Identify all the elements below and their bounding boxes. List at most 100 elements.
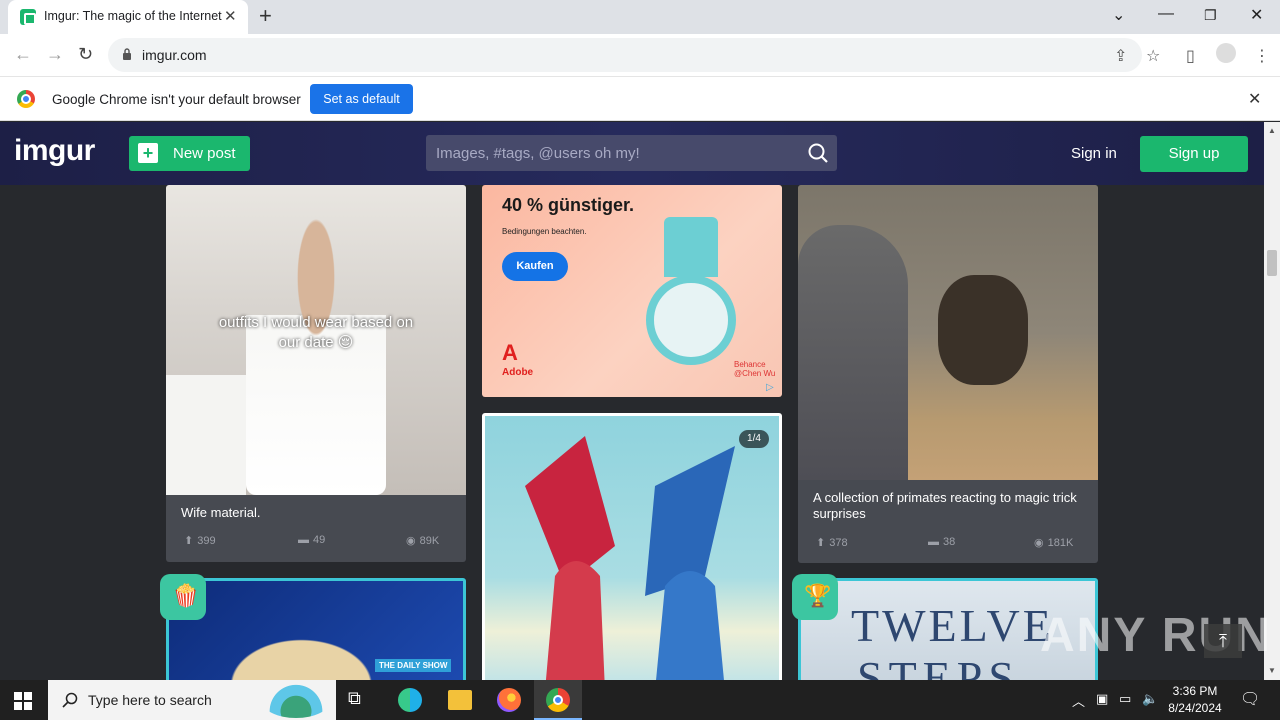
close-window-button[interactable]: ✕ [1250,5,1263,25]
post-caption: Wife material. [181,505,261,520]
upvote-stat: ⬆ 399 [184,534,216,547]
bookmark-star-icon[interactable]: ☆ [1146,46,1160,66]
imgur-header: imgur + New post Images, #tags, @users o… [0,122,1264,185]
dresser [166,375,246,495]
imgur-logo[interactable]: imgur [14,134,95,168]
infobar-message: Google Chrome isn't your default browser [52,92,301,107]
new-tab-button[interactable]: + [259,3,272,29]
more-menu-icon[interactable]: ⋮ [1254,46,1270,66]
system-clock[interactable]: 3:36 PM 8/24/2024 [1165,683,1225,717]
upvote-count: 378 [829,537,848,549]
infobar-close-icon[interactable]: ✕ [1248,89,1261,109]
tray-overflow-chevron-icon[interactable]: ︿ [1072,691,1085,710]
eye-icon: ◉ [1034,537,1044,549]
book-title-line1: TWELVE [851,600,1054,651]
minimize-button[interactable]: — [1158,5,1174,23]
post-thumbnail[interactable]: outfits I would wear based on our date 😌 [166,185,466,495]
view-count: 89K [419,535,440,547]
post-card[interactable]: 1/4 [482,413,782,688]
url-text: imgur.com [142,47,207,63]
post-card[interactable]: A collection of primates reacting to mag… [798,185,1098,563]
post-card[interactable]: outfits I would wear based on our date 😌… [166,185,466,562]
scroll-up-arrow-icon[interactable]: ▲ [1268,126,1276,135]
upvote-arrow-icon[interactable]: ⬆ [184,534,193,547]
search-placeholder: Images, #tags, @users oh my! [436,145,640,162]
view-count: 181K [1047,537,1074,549]
chrome-taskbar-button[interactable] [534,680,582,720]
ape-figure [938,275,1028,385]
comment-count: 38 [943,536,956,548]
sign-in-link[interactable]: Sign in [1071,145,1117,162]
lock-icon [123,48,131,60]
default-browser-infobar: Google Chrome isn't your default browser… [0,76,1280,121]
windows-start-icon[interactable] [14,692,32,710]
plus-icon: + [138,143,158,163]
post-overlay-text: outfits I would wear based on our date 😌 [218,314,414,351]
tab-search-chevron-down-icon[interactable]: ⌄ [1112,5,1125,25]
post-card[interactable]: THE DAILY SHOW [166,578,466,688]
imgur-favicon-icon [20,9,36,25]
file-explorer-icon[interactable] [448,690,472,710]
firefox-icon[interactable] [497,688,521,712]
search-icon [62,692,78,708]
post-caption: A collection of primates reacting to mag… [813,490,1077,521]
forward-arrow-icon[interactable]: → [46,44,64,65]
eye-icon: ◉ [406,535,416,547]
search-icon[interactable] [808,143,828,163]
profile-avatar-icon[interactable] [1216,43,1236,63]
adobe-logo-icon: A [502,340,518,365]
new-post-label: New post [173,145,236,162]
comment-icon: ▬ [928,536,939,548]
reload-icon[interactable]: ↻ [78,44,93,65]
upvote-stat: ⬆ 378 [816,536,848,549]
search-highlight-globe-icon [262,684,330,718]
browser-tab[interactable]: Imgur: The magic of the Internet ✕ [8,0,248,34]
upvote-arrow-icon[interactable]: ⬆ [816,536,825,549]
close-tab-icon[interactable]: ✕ [224,7,237,25]
side-panel-icon[interactable]: ▯ [1186,46,1195,66]
volume-icon[interactable]: 🔈 [1142,691,1158,707]
ad-brand: Adobe [502,367,534,378]
trophy-badge: 🏆 [792,574,838,620]
ad-headline: 40 % günstiger. [502,195,635,215]
popcorn-badge: 🍿 [160,574,206,620]
search-input[interactable]: Images, #tags, @users oh my! [426,135,837,171]
post-thumbnail[interactable] [798,185,1098,480]
ad-credit: Behance @Chen Wu [734,360,776,378]
trophy-icon: 🏆 [804,583,832,608]
restore-button[interactable]: ❐ [1204,7,1217,24]
dragons-illustration [525,436,735,685]
back-arrow-icon[interactable]: ← [14,44,32,65]
sign-up-button[interactable]: Sign up [1140,136,1248,172]
chrome-logo-icon [17,90,35,108]
edge-icon[interactable] [398,688,422,712]
chrome-icon [546,688,570,712]
network-icon[interactable]: ▭ [1119,691,1131,707]
task-view-icon[interactable]: ⧉ [348,688,372,712]
scroll-down-arrow-icon[interactable]: ▼ [1268,666,1276,675]
watch-strap [664,217,718,277]
popcorn-icon: 🍿 [172,583,200,608]
comment-stat: ▬ 38 [928,536,955,548]
comment-stat: ▬ 49 [298,534,325,546]
scrollbar-thumb[interactable] [1267,250,1277,276]
album-counter: 1/4 [739,430,769,448]
share-icon[interactable]: ⇪ [1114,46,1127,66]
adchoices-icon[interactable]: ▷ [766,382,774,393]
new-post-button[interactable]: + New post [129,136,250,171]
views-stat: ◉ 181K [1034,536,1073,549]
tray-device-icon[interactable]: ▣ [1096,691,1108,707]
page-scrollbar[interactable]: ▲ ▼ [1264,122,1280,680]
taskbar-search-input[interactable]: Type here to search [48,680,336,720]
back-to-top-icon[interactable]: ⤒ [1204,624,1242,658]
address-bar[interactable]: imgur.com [108,38,1142,72]
taskbar-search-placeholder: Type here to search [88,692,212,708]
notification-icon[interactable]: 🗨 [1240,689,1260,709]
set-as-default-button[interactable]: Set as default [310,84,413,114]
ad-terms: Bedingungen beachten. [502,227,587,236]
ad-card[interactable]: 40 % günstiger. Bedingungen beachten. Ka… [482,185,782,397]
views-stat: ◉ 89K [406,534,439,547]
ad-buy-button[interactable]: Kaufen [502,252,568,281]
show-tag: THE DAILY SHOW [375,659,452,672]
comment-count: 49 [313,534,326,546]
